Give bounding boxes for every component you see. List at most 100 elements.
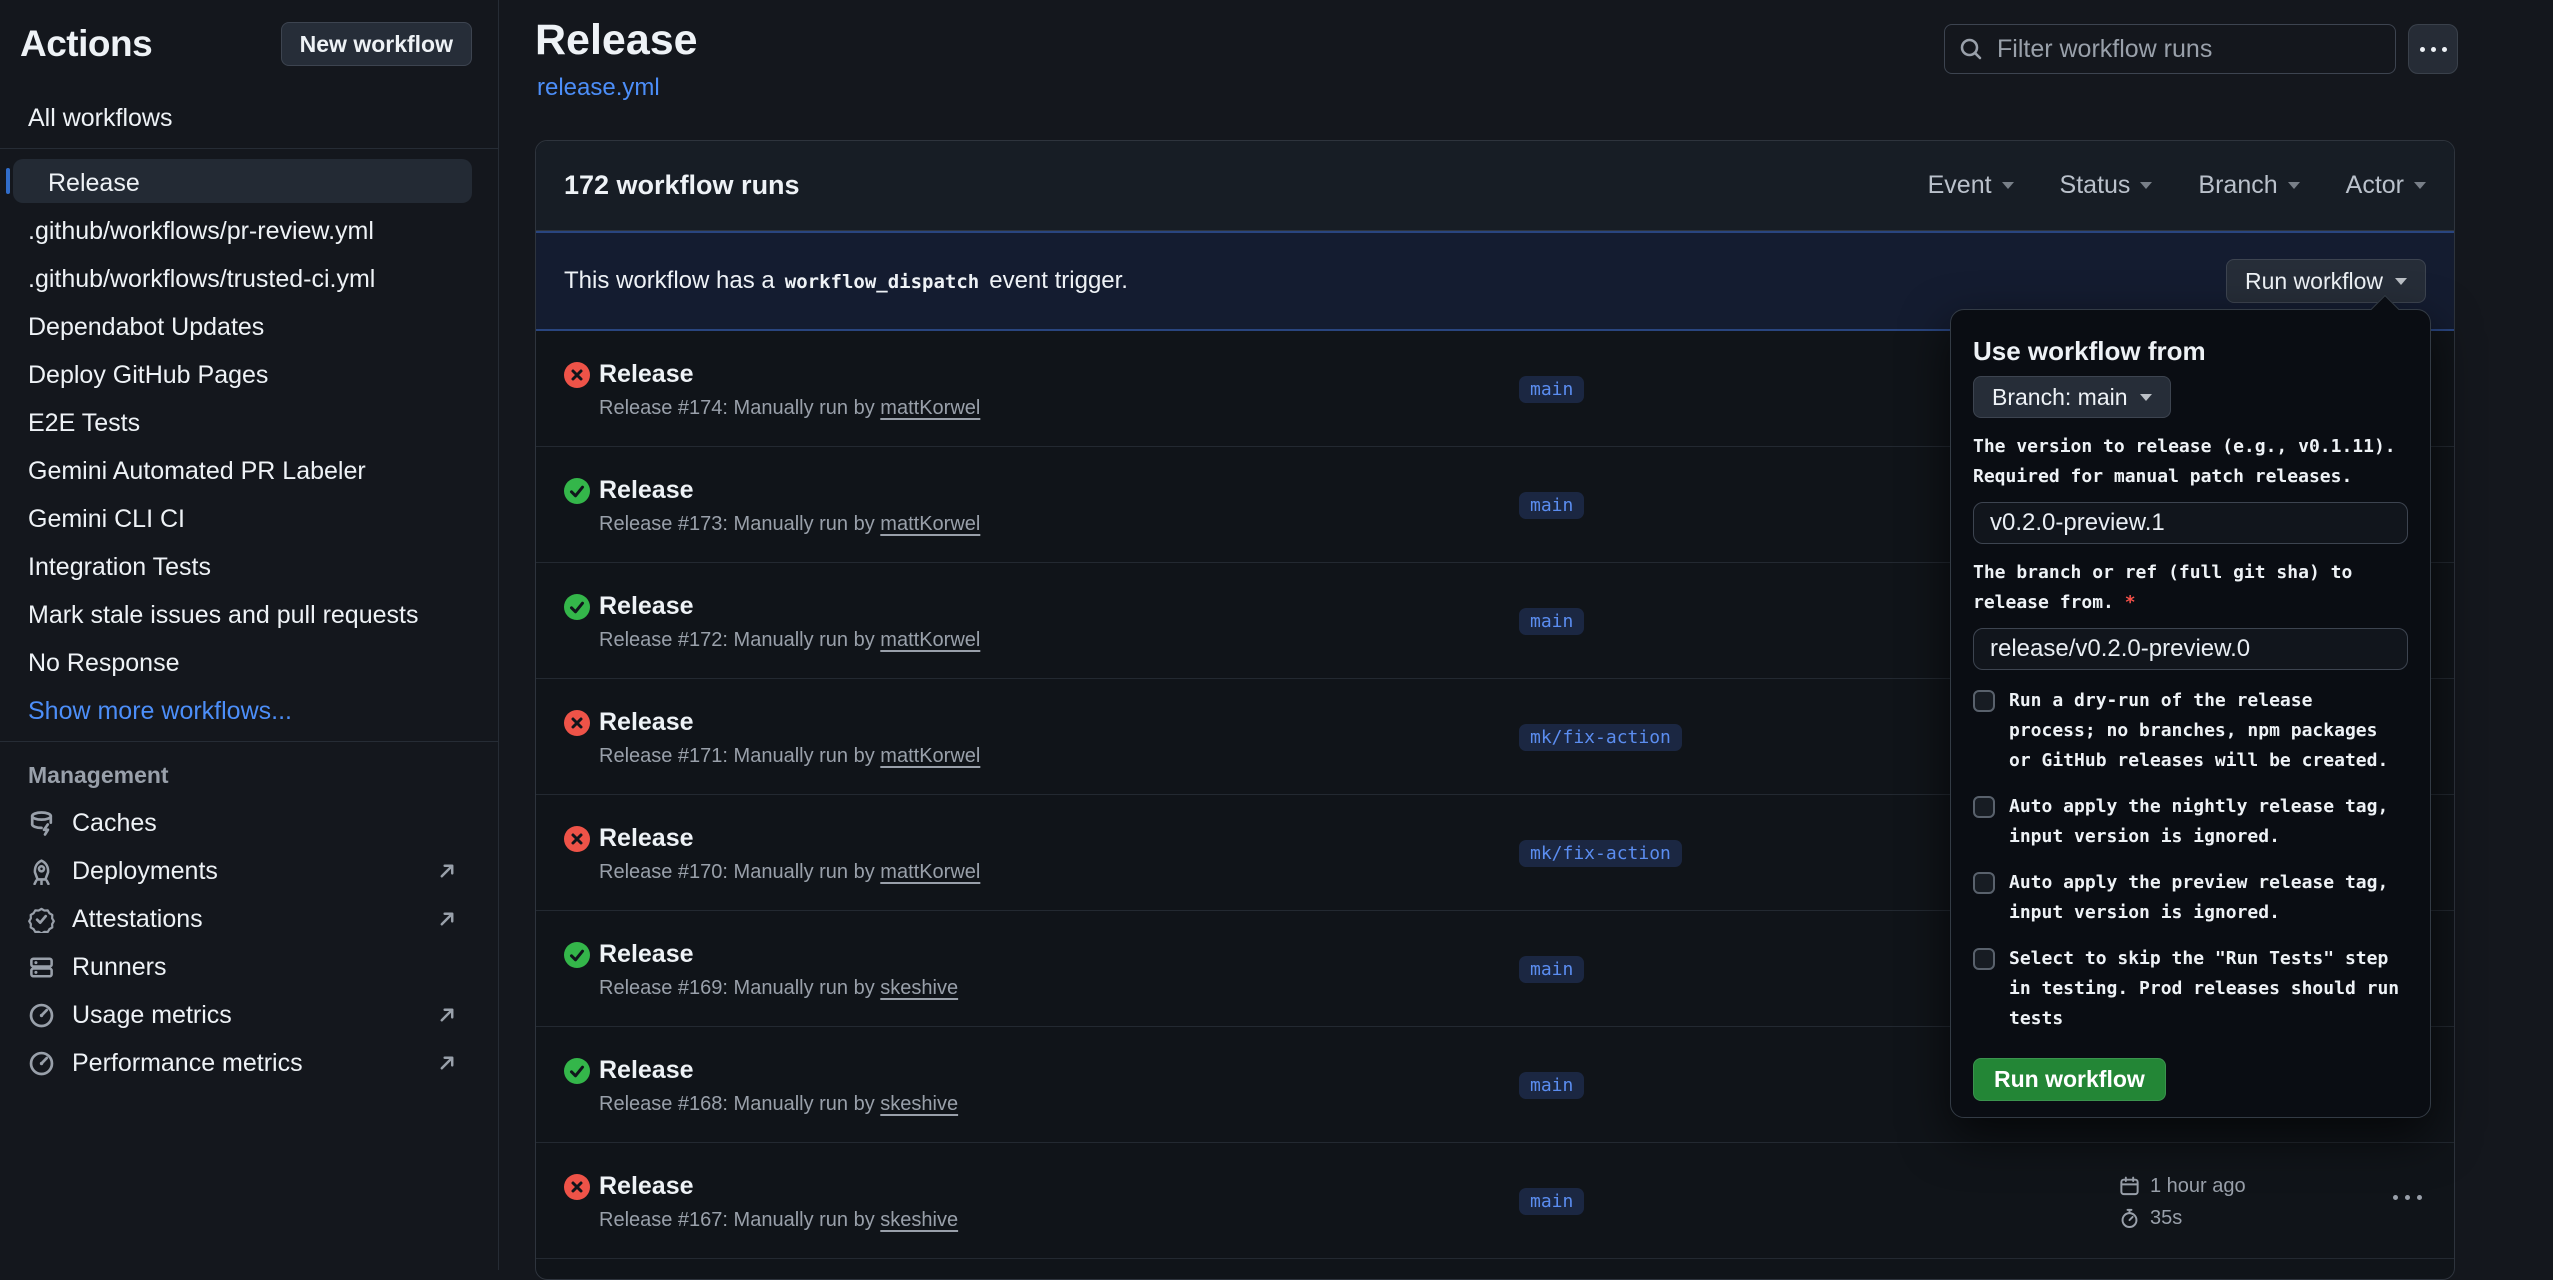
run-description: Release #168: Manually run by skeshive (599, 1093, 958, 1116)
run-status-icon (564, 1174, 590, 1200)
run-actor-link[interactable]: skeshive (880, 977, 958, 999)
checkbox[interactable] (1973, 872, 1995, 894)
chevron-down-icon (2002, 182, 2014, 189)
run-workflow-dropdown-panel: Use workflow from Branch: main The versi… (1950, 309, 2431, 1118)
checkbox[interactable] (1973, 796, 1995, 818)
run-meta: 1 hour ago 35s (2119, 1171, 2246, 1233)
run-title-link[interactable]: Release (599, 1172, 694, 1201)
run-title-link[interactable]: Release (599, 360, 694, 389)
management-item-label: Deployments (72, 857, 218, 886)
run-status-icon (564, 594, 590, 620)
workflow-options-kebab-button[interactable] (2408, 24, 2458, 74)
management-item-icon (28, 1002, 55, 1029)
runs-list-header: 172 workflow runs Event Status Branch (536, 141, 2454, 231)
run-actor-link[interactable]: mattKorwel (880, 513, 980, 535)
filter-workflow-runs-input[interactable] (1944, 24, 2396, 74)
runs-filter-dropdown[interactable]: Actor (2346, 171, 2426, 200)
branch-badge[interactable]: main (1519, 376, 1584, 403)
workflow-file-link[interactable]: release.yml (537, 74, 660, 102)
run-title-link[interactable]: Release (599, 592, 694, 621)
version-field-description: The version to release (e.g., v0.1.11). … (1973, 432, 2408, 492)
sidebar-item-workflow[interactable]: Deploy GitHub Pages (13, 351, 472, 395)
checkbox[interactable] (1973, 948, 1995, 970)
branch-badge[interactable]: main (1519, 1072, 1584, 1099)
search-icon (1959, 37, 1983, 61)
chevron-down-icon (2140, 182, 2152, 189)
branch-badge[interactable]: mk/fix-action (1519, 724, 1682, 751)
branch-badge[interactable]: main (1519, 1188, 1584, 1215)
checkbox[interactable] (1973, 690, 1995, 712)
branch-badge[interactable]: main (1519, 492, 1584, 519)
branch-select-button[interactable]: Branch: main (1973, 376, 2171, 418)
management-item-icon (28, 954, 55, 981)
dropdown-checkbox-row: Run a dry-run of the release process; no… (1973, 686, 2408, 776)
sidebar-item-workflow[interactable]: No Response (13, 639, 472, 683)
run-title-link[interactable]: Release (599, 1056, 694, 1085)
checkbox-label: Auto apply the preview release tag, inpu… (2009, 868, 2408, 928)
run-actor-link[interactable]: mattKorwel (880, 745, 980, 767)
management-item[interactable]: Usage metrics (0, 991, 498, 1039)
required-asterisk: * (2125, 592, 2136, 613)
ref-input[interactable] (1973, 628, 2408, 670)
runs-filter-dropdown[interactable]: Branch (2198, 171, 2299, 200)
checkbox-label: Auto apply the nightly release tag, inpu… (2009, 792, 2408, 852)
sidebar-item-release-selected[interactable]: Release (13, 159, 472, 203)
sidebar-item-workflow[interactable]: Integration Tests (13, 543, 472, 587)
run-workflow-dropdown-button[interactable]: Run workflow (2226, 259, 2426, 303)
run-title-link[interactable]: Release (599, 708, 694, 737)
dropdown-checkbox-row: Auto apply the preview release tag, inpu… (1973, 868, 2408, 928)
management-item[interactable]: Deployments (0, 847, 498, 895)
external-link-icon (436, 908, 458, 930)
run-description: Release #170: Manually run by mattKorwel (599, 861, 980, 884)
run-actor-link[interactable]: mattKorwel (880, 397, 980, 419)
sidebar-item-workflow[interactable]: .github/workflows/pr-review.yml (13, 207, 472, 251)
management-section-label: Management (28, 762, 498, 789)
runs-filter-dropdown[interactable]: Event (1928, 171, 2014, 200)
workflow-dispatch-code: workflow_dispatch (775, 271, 989, 293)
run-description: Release #169: Manually run by skeshive (599, 977, 958, 1000)
sidebar-item-workflow[interactable]: E2E Tests (13, 399, 472, 443)
sidebar-item-workflow[interactable]: .github/workflows/trusted-ci.yml (13, 255, 472, 299)
ref-field-description: The branch or ref (full git sha) to rele… (1973, 558, 2408, 618)
run-actor-link[interactable]: mattKorwel (880, 861, 980, 883)
workflow-run-row[interactable]: Release Release #167: Manually run by sk… (536, 1143, 2454, 1259)
branch-badge[interactable]: main (1519, 956, 1584, 983)
show-more-workflows-link[interactable]: Show more workflows... (13, 687, 472, 731)
run-options-kebab[interactable] (2393, 1195, 2422, 1200)
sidebar-item-workflow[interactable]: Gemini Automated PR Labeler (13, 447, 472, 491)
chevron-down-icon (2140, 394, 2152, 401)
run-status-icon (564, 826, 590, 852)
sidebar-item-workflow[interactable]: Dependabot Updates (13, 303, 472, 347)
branch-badge[interactable]: main (1519, 608, 1584, 635)
version-input[interactable] (1973, 502, 2408, 544)
management-item-label: Usage metrics (72, 1001, 232, 1030)
sidebar-item-workflow[interactable]: Mark stale issues and pull requests (13, 591, 472, 635)
runs-filter-dropdown[interactable]: Status (2060, 171, 2153, 200)
management-item-label: Attestations (72, 905, 203, 934)
run-workflow-submit-button[interactable]: Run workflow (1973, 1058, 2166, 1101)
management-item[interactable]: Performance metrics (0, 1039, 498, 1087)
run-title-link[interactable]: Release (599, 476, 694, 505)
management-item-label: Caches (72, 809, 157, 838)
chevron-down-icon (2414, 182, 2426, 189)
branch-badge[interactable]: mk/fix-action (1519, 840, 1682, 867)
management-item-icon (28, 1050, 55, 1077)
management-item-icon (28, 858, 55, 885)
sidebar-item-all-workflows[interactable]: All workflows (13, 94, 472, 138)
run-actor-link[interactable]: mattKorwel (880, 629, 980, 651)
dropdown-heading: Use workflow from (1973, 336, 2408, 366)
run-description: Release #172: Manually run by mattKorwel (599, 629, 980, 652)
management-item[interactable]: Runners (0, 943, 498, 991)
management-item-label: Runners (72, 953, 167, 982)
run-actor-link[interactable]: skeshive (880, 1093, 958, 1115)
run-title-link[interactable]: Release (599, 940, 694, 969)
run-title-link[interactable]: Release (599, 824, 694, 853)
management-item[interactable]: Caches (0, 799, 498, 847)
run-actor-link[interactable]: skeshive (880, 1209, 958, 1231)
management-item[interactable]: Attestations (0, 895, 498, 943)
run-status-icon (564, 942, 590, 968)
runs-count: 172 workflow runs (564, 170, 800, 201)
sidebar-item-workflow[interactable]: Gemini CLI CI (13, 495, 472, 539)
run-status-icon (564, 362, 590, 388)
new-workflow-button[interactable]: New workflow (281, 22, 472, 66)
